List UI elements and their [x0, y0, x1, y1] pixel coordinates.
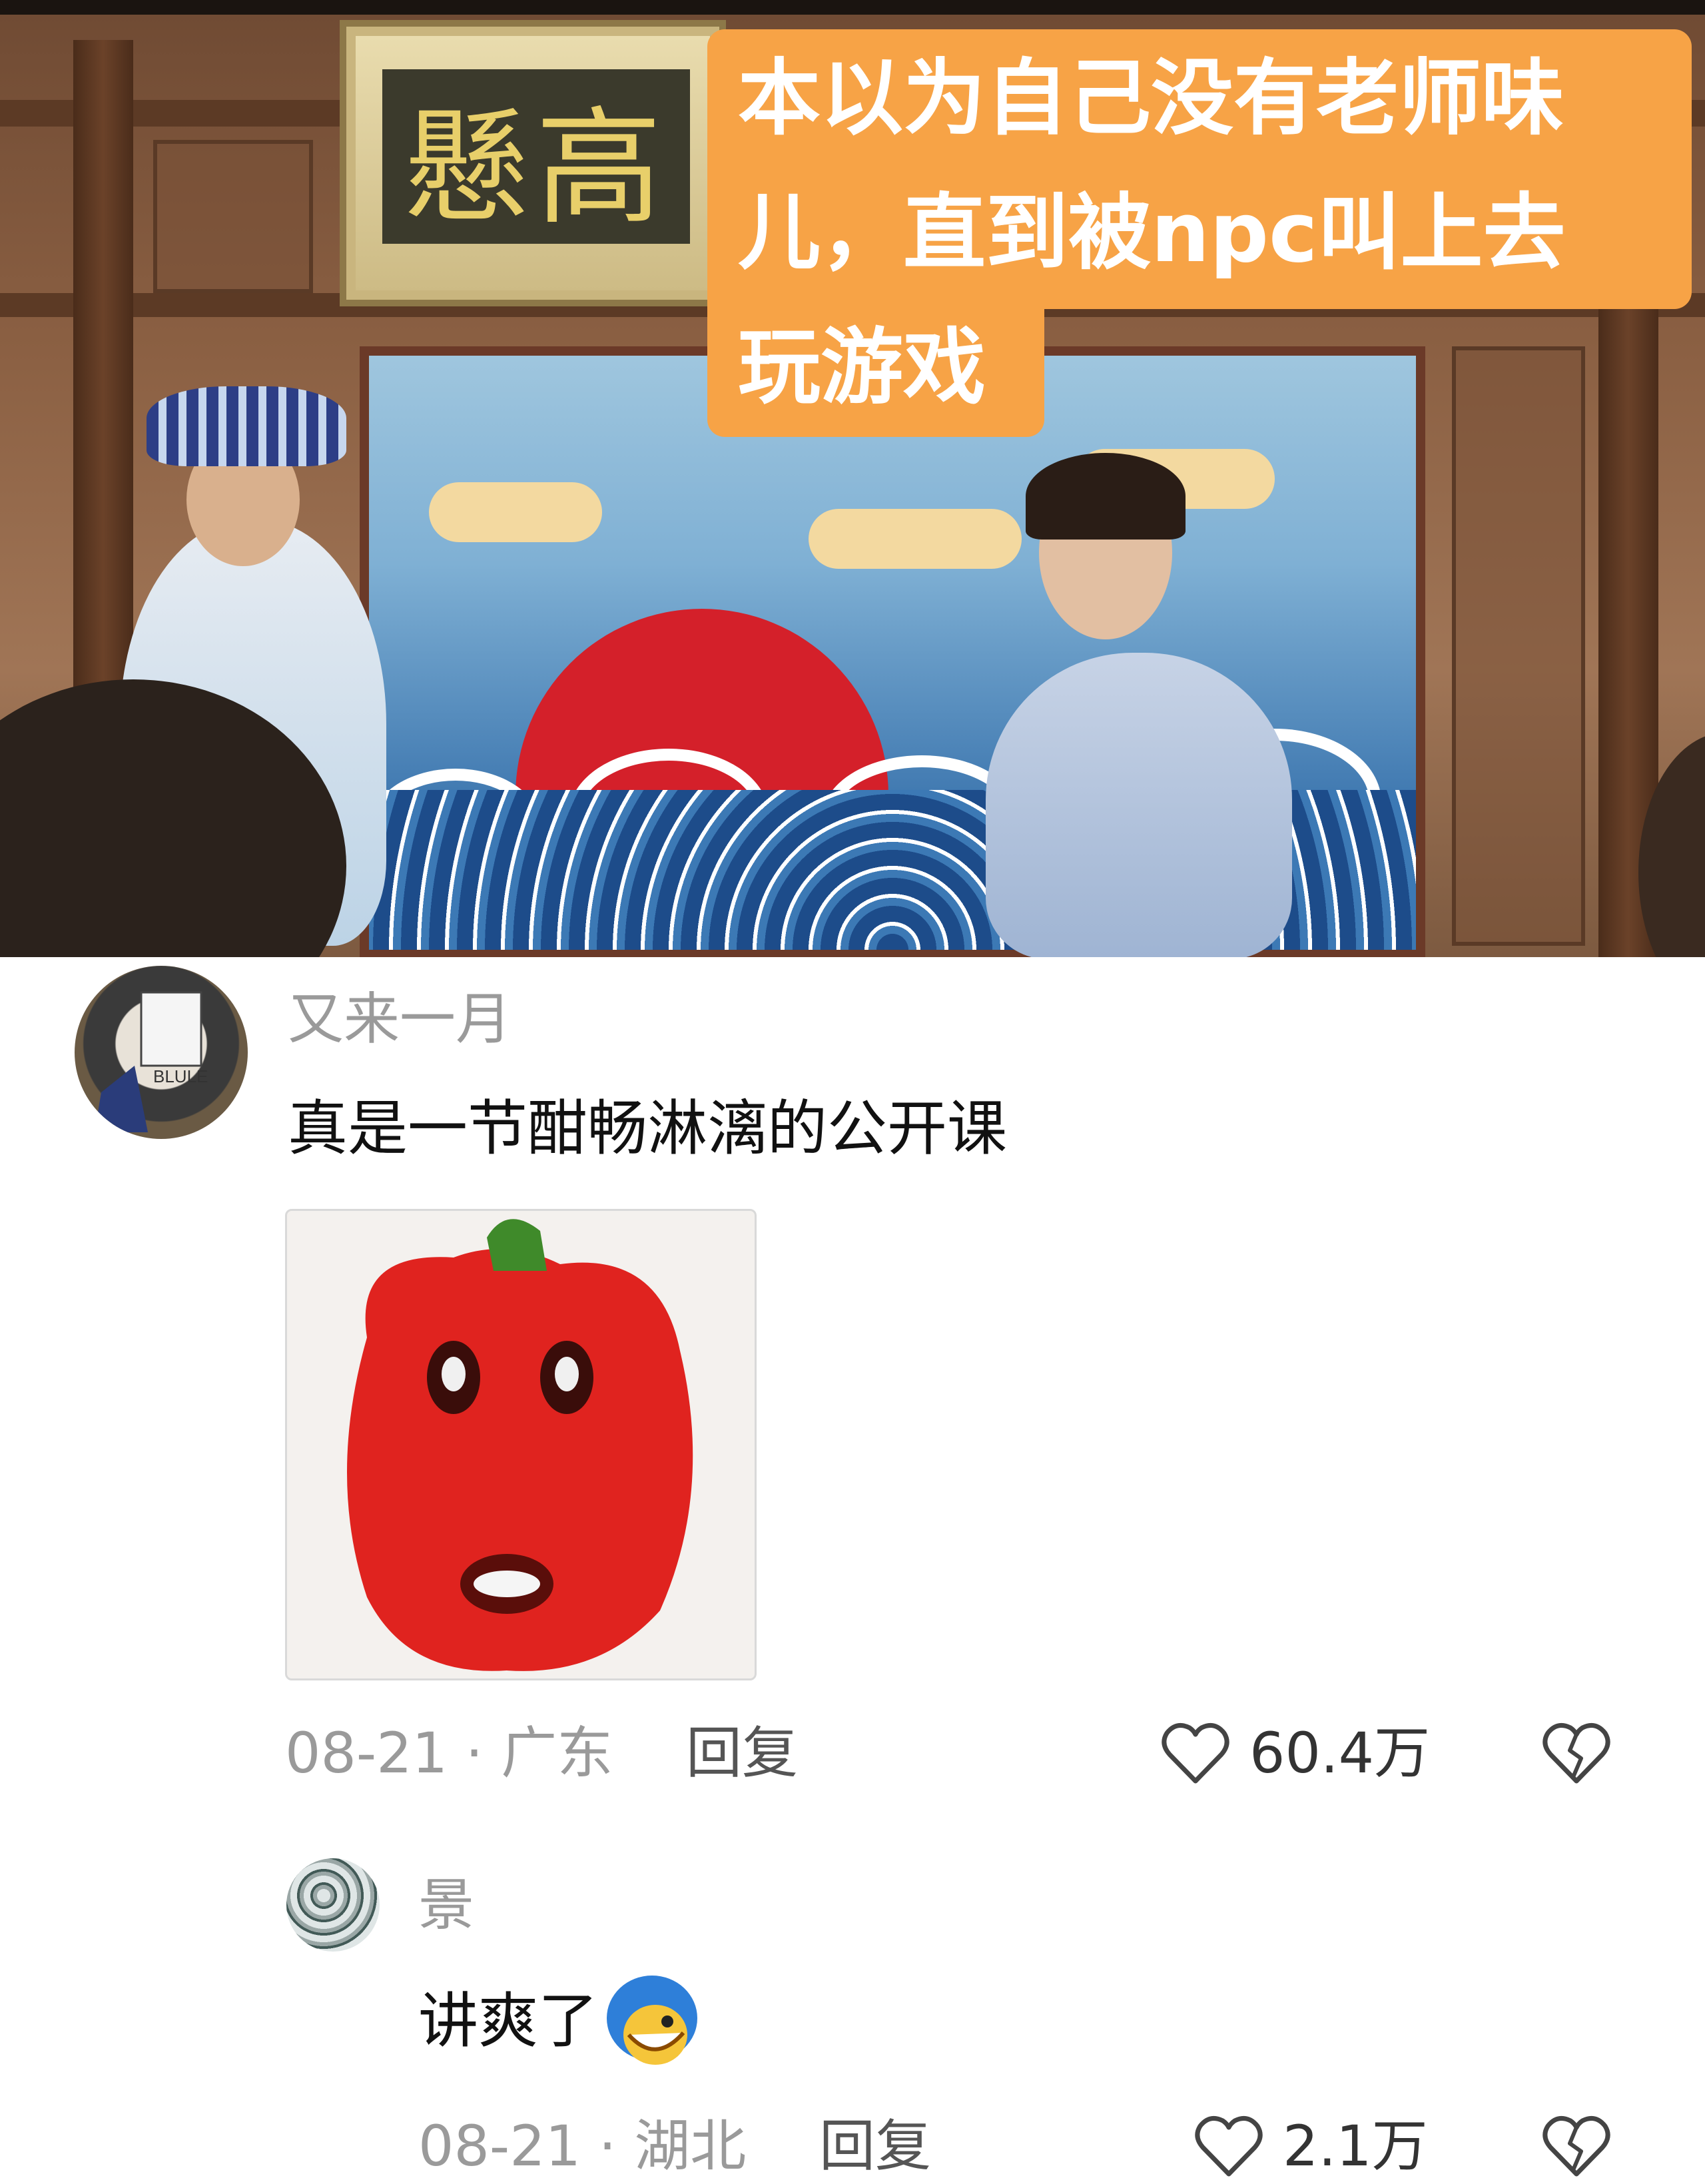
plaque-text: 懸高: [402, 94, 669, 242]
reply-date-location: 08-21 · 湖北: [418, 2113, 747, 2179]
avatar-blule-icon: BLULE: [95, 991, 208, 1132]
reply-text: 讲爽了: [418, 1986, 598, 2056]
like-count: 60.4万: [1249, 1720, 1431, 1786]
video-top-strip: [0, 0, 1705, 15]
wooden-plaque: 懸高: [346, 27, 719, 300]
dislike-button[interactable]: [1540, 1717, 1613, 1790]
caption-line: 本以为自己没有老师味: [738, 51, 1564, 147]
comment-date-location: 08-21 · 广东: [285, 1720, 613, 1786]
wall-panel: [153, 140, 313, 293]
video-caption: 本以为自己没有老师味 儿，直到被npc叫上去 玩游戏: [707, 29, 1692, 437]
cloud-decoration: [429, 482, 602, 542]
reply-dislike-button[interactable]: [1540, 2110, 1613, 2183]
heart-outline-icon: [1162, 1722, 1229, 1784]
caption-line: 儿，直到被npc叫上去: [738, 185, 1566, 281]
like-button[interactable]: [1159, 1717, 1232, 1790]
red-pepper-face-sticker: [347, 1219, 693, 1671]
cloud-decoration: [809, 509, 1022, 569]
broken-heart-icon: [1542, 1722, 1610, 1784]
headdress: [147, 386, 346, 466]
video-frame[interactable]: 懸高 本以为自己没有老师味 儿，直到被npc叫上去 玩游戏: [0, 0, 1705, 957]
comment-sticker[interactable]: [285, 1209, 757, 1680]
reply-like-button[interactable]: [1192, 2110, 1265, 2183]
replier-avatar[interactable]: [286, 1858, 380, 1952]
reply-button[interactable]: 回复: [686, 1725, 798, 1781]
heart-outline-icon: [1195, 2115, 1263, 2177]
svg-text:BLULE: BLULE: [153, 1066, 208, 1086]
caption-line: 玩游戏: [738, 320, 986, 416]
comment-text: 真是一节酣畅淋漓的公开课: [288, 1094, 1007, 1164]
npc-dress: [986, 653, 1292, 957]
commenter-avatar[interactable]: BLULE: [75, 966, 248, 1139]
npc-hair: [1026, 453, 1186, 540]
commenter-username[interactable]: 又来一月: [288, 991, 512, 1047]
broken-heart-icon: [1542, 2115, 1610, 2177]
reply-text-row: 讲爽了: [418, 1972, 702, 2071]
blue-hair-grin-emoji: [607, 1976, 697, 2065]
reply-like-count: 2.1万: [1283, 2113, 1428, 2179]
replier-username[interactable]: 景: [418, 1877, 474, 1933]
reply-reply-button[interactable]: 回复: [819, 2118, 931, 2174]
